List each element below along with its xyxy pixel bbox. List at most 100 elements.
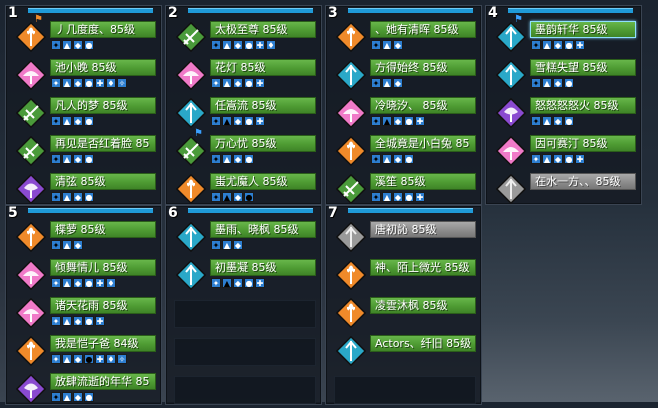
party-member-slot[interactable]: 因可赛汀 85级 ✦ ▲ ◆ ● ✚ xyxy=(486,133,641,170)
health-bar[interactable]: 因可赛汀 85级 xyxy=(530,135,636,152)
buff-icon: ◆ xyxy=(393,154,403,164)
party-member-slot[interactable]: 清弦 85级 ✦ ▲ ◆ ● xyxy=(6,171,161,208)
party-member-slot[interactable]: 任嵩流 85级 ✦ ▲ ◆ ● ✚ xyxy=(166,95,321,132)
buff-icon: ◆ xyxy=(233,278,243,288)
party-member-slot[interactable]: 凡人的梦 85级 ✦ ▲ ◆ ● xyxy=(6,95,161,132)
class-cyan-icon xyxy=(495,21,527,53)
buff-icon: ◆ xyxy=(553,78,563,88)
party-member-slot[interactable]: 、她有清晖 85级 ✦ ▲ ◆ xyxy=(326,19,481,56)
empty-slot xyxy=(174,376,316,404)
buff-icon: ▲ xyxy=(62,240,72,250)
health-bar[interactable]: 楪萝 85级 xyxy=(50,221,156,238)
buff-row: ✦ ▲ ◆ xyxy=(371,40,403,51)
health-bar[interactable]: 我是恺子爸 84级 xyxy=(50,335,156,352)
buff-icon: ◆ xyxy=(233,116,243,126)
member-name: 我是恺子爸 84级 xyxy=(55,337,139,350)
health-bar[interactable]: 在水一方、、85级 xyxy=(530,173,636,190)
party-member-slot[interactable]: 神、陌上微光 85级 xyxy=(326,257,481,294)
party-member-slot[interactable]: 初墨凝 85级 ✦ ▲ ◆ ● ✚ xyxy=(166,257,321,294)
health-bar[interactable]: 冷晓汐、 85级 xyxy=(370,97,476,114)
health-bar[interactable]: 凌雲沐枫 85级 xyxy=(370,297,476,314)
health-bar[interactable]: 诸天花雨 85级 xyxy=(50,297,156,314)
health-bar[interactable]: 全城竟是小白兔 85 xyxy=(370,135,476,152)
health-bar[interactable]: 任嵩流 85级 xyxy=(210,97,316,114)
party-member-slot[interactable]: ⚑ 丿几度度、85级 ✦ ▲ ◆ ● xyxy=(6,14,161,56)
buff-icon: ✦ xyxy=(211,116,221,126)
health-bar[interactable]: 溪笙 85级 xyxy=(370,173,476,190)
buff-row: ✦ ▲ ◆ ● ✚ xyxy=(531,154,585,165)
party-member-slot[interactable]: 放肆流逝的年华 85 ✦ ▲ ◆ ● xyxy=(6,371,161,408)
party-member-slot[interactable]: 墨雨、晓枫 85级 ✦ ▲ ◆ xyxy=(166,219,321,256)
member-name: 池小晚 85级 xyxy=(55,61,117,74)
party-member-slot[interactable]: 凌雲沐枫 85级 xyxy=(326,295,481,332)
party-member-slot[interactable]: 花灯 85级 ✦ ▲ ◆ ● ✚ xyxy=(166,57,321,94)
party-member-slot[interactable]: 溪笙 85级 ✦ ▲ ◆ ● ✚ xyxy=(326,171,481,208)
party-member-slot[interactable]: Actors、纤旧 85级 xyxy=(326,333,481,370)
health-bar[interactable]: 万心忧 85级 xyxy=(210,135,316,152)
buff-icon: ▲ xyxy=(62,316,72,326)
party-member-slot[interactable]: 诸天花雨 85级 ✦ ▲ ◆ ● ✚ xyxy=(6,295,161,332)
health-bar[interactable]: 池小晚 85级 xyxy=(50,59,156,76)
health-bar[interactable]: 墨雨、晓枫 85级 xyxy=(210,221,316,238)
health-bar[interactable]: 放肆流逝的年华 85 xyxy=(50,373,156,390)
buff-icon: ▲ xyxy=(542,40,552,50)
group-3: 3 、她有清晖 85级 ✦ ▲ ◆ 方得始终 85级 ✦ ▲ ◆ 冷晓汐、 85级 ✦ ▲ ◆ ● ✚ 全城竟… xyxy=(325,5,482,205)
party-member-slot[interactable]: 再见是否红着脸 85 ✦ ▲ ◆ ● xyxy=(6,133,161,170)
party-member-slot[interactable]: 楪萝 85级 ✦ ▲ ◆ xyxy=(6,219,161,256)
party-member-slot[interactable]: ⚑ 墨韵轩华 85级 ✦ ▲ ◆ ● ✚ xyxy=(486,14,641,56)
health-bar[interactable]: 神、陌上微光 85级 xyxy=(370,259,476,276)
buff-icon: ✦ xyxy=(51,40,61,50)
buff-icon: ▲ xyxy=(62,392,72,402)
health-bar[interactable]: 倾舞情儿 85级 xyxy=(50,259,156,276)
party-member-slot[interactable]: 唐初訫 85级 xyxy=(326,219,481,256)
party-member-slot[interactable]: 我是恺子爸 84级 ✦ ▲ ◆ ● ✚ ♦ ✧ xyxy=(6,333,161,370)
health-bar[interactable]: 花灯 85级 xyxy=(210,59,316,76)
buff-row: ✦ ▲ ◆ ● xyxy=(531,78,574,89)
health-bar[interactable]: 清弦 85级 xyxy=(50,173,156,190)
party-member-slot[interactable]: 在水一方、、85级 xyxy=(486,171,641,208)
member-name: 花灯 85级 xyxy=(215,61,266,74)
health-bar[interactable]: 雪糕失望 85级 xyxy=(530,59,636,76)
background-scenery xyxy=(480,200,658,402)
party-member-slot[interactable]: 方得始终 85级 ✦ ▲ ◆ xyxy=(326,57,481,94)
health-bar[interactable]: 凡人的梦 85级 xyxy=(50,97,156,114)
health-bar[interactable]: 、她有清晖 85级 xyxy=(370,21,476,38)
member-name: 、她有清晖 85级 xyxy=(375,23,459,36)
party-member-slot[interactable]: 太极至尊 85级 ✦ ▲ ◆ ● ✚ ♦ xyxy=(166,19,321,56)
health-bar[interactable]: 唐初訫 85级 xyxy=(370,221,476,238)
party-member-slot[interactable]: 全城竟是小白兔 85 ✦ ▲ ◆ ● xyxy=(326,133,481,170)
health-bar[interactable]: 怒怒怒怒火 85级 xyxy=(530,97,636,114)
buff-icon: ◆ xyxy=(233,192,243,202)
buff-icon: ● xyxy=(244,116,254,126)
health-bar[interactable]: 太极至尊 85级 xyxy=(210,21,316,38)
member-name: 因可赛汀 85级 xyxy=(535,137,608,150)
buff-icon: ✧ xyxy=(117,354,127,364)
member-name: 任嵩流 85级 xyxy=(215,99,277,112)
party-member-slot[interactable]: 池小晚 85级 ✦ ▲ ◆ ● ✚ ♦ ✧ xyxy=(6,57,161,94)
health-bar[interactable]: 丿几度度、85级 xyxy=(50,21,156,38)
buff-icon: ♦ xyxy=(106,78,116,88)
party-member-slot[interactable]: 雪糕失望 85级 ✦ ▲ ◆ ● xyxy=(486,57,641,94)
health-bar[interactable]: 再见是否红着脸 85 xyxy=(50,135,156,152)
buff-icon: ✚ xyxy=(255,278,265,288)
buff-icon: ✚ xyxy=(95,354,105,364)
buff-icon: ◆ xyxy=(553,154,563,164)
group-2: 2 太极至尊 85级 ✦ ▲ ◆ ● ✚ ♦ 花灯 85级 ✦ ▲ ◆ ● ✚ 任嵩流 85级 ✦ ▲ ◆ ● ✚ ⚑ 万… xyxy=(165,5,322,205)
buff-icon: ▲ xyxy=(542,116,552,126)
party-member-slot[interactable]: 怒怒怒怒火 85级 ✦ ▲ ◆ ● xyxy=(486,95,641,132)
health-bar[interactable]: 墨韵轩华 85级 xyxy=(530,21,636,38)
health-bar[interactable]: Actors、纤旧 85级 xyxy=(370,335,476,352)
buff-icon: ● xyxy=(84,192,94,202)
health-bar[interactable]: 蚩尤魔人 85级 xyxy=(210,173,316,190)
health-bar[interactable]: 方得始终 85级 xyxy=(370,59,476,76)
buff-icon: ● xyxy=(404,192,414,202)
party-member-slot[interactable]: ⚑ 万心忧 85级 ✦ ▲ ◆ ● xyxy=(166,128,321,170)
buff-icon: ✧ xyxy=(117,78,127,88)
class-pink-icon xyxy=(175,59,207,91)
party-member-slot[interactable]: 蚩尤魔人 85级 ✦ ▲ ◆ ● xyxy=(166,171,321,208)
health-bar[interactable]: 初墨凝 85级 xyxy=(210,259,316,276)
party-member-slot[interactable]: 倾舞情儿 85级 ✦ ▲ ◆ ● ✚ ♦ xyxy=(6,257,161,294)
buff-icon: ◆ xyxy=(393,116,403,126)
buff-icon: ◆ xyxy=(553,40,563,50)
party-member-slot[interactable]: 冷晓汐、 85级 ✦ ▲ ◆ ● ✚ xyxy=(326,95,481,132)
